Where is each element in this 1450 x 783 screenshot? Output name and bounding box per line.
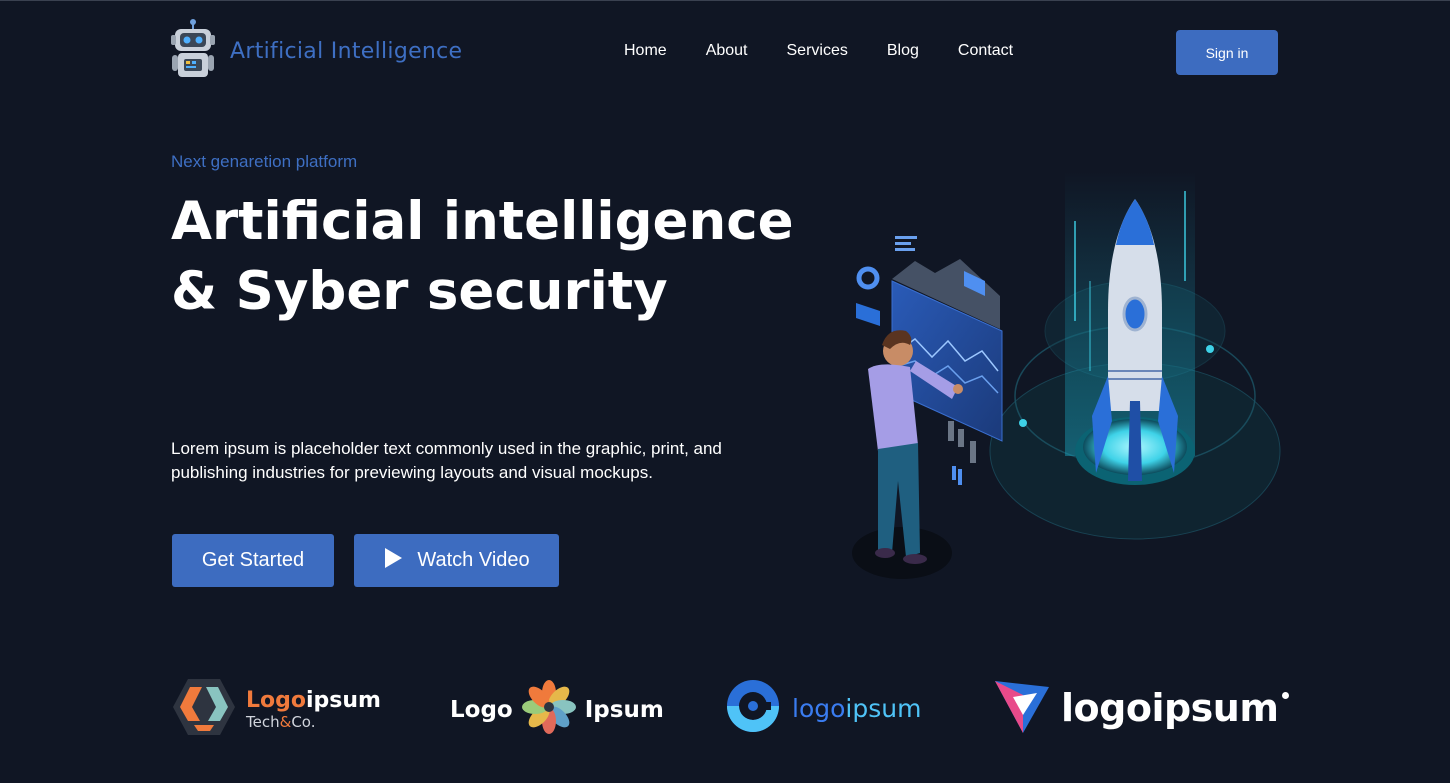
logo3-word-b: ipsum: [845, 694, 922, 723]
partner-logo-ring[interactable]: logoipsum: [724, 677, 921, 740]
nav-blog[interactable]: Blog: [887, 42, 919, 60]
dot-icon: [1282, 692, 1290, 699]
hero-illustration: [840, 161, 1290, 591]
brand-name: Artificial Intelligence: [230, 38, 463, 64]
brand[interactable]: Artificial Intelligence: [170, 18, 463, 84]
nav-home[interactable]: Home: [624, 42, 667, 60]
logo2-left-word: Logo: [450, 696, 513, 723]
watch-video-button[interactable]: Watch Video: [354, 534, 559, 587]
nav-about[interactable]: About: [706, 42, 748, 60]
partner-logo-flower[interactable]: Logo Ipsum: [450, 677, 664, 742]
hero-description: Lorem ipsum is placeholder text commonly…: [171, 439, 722, 482]
nav-services[interactable]: Services: [787, 42, 848, 60]
play-icon: [383, 547, 403, 575]
main-nav: Home About Services Blog Contact: [624, 42, 1052, 60]
robot-icon: [170, 18, 216, 84]
partner-logo-tech-co[interactable]: Logoipsum Tech&Co.: [172, 677, 381, 742]
logo2-right-word: Ipsum: [584, 696, 664, 723]
nav-contact[interactable]: Contact: [958, 42, 1013, 60]
logo1-sub-amp: &: [279, 712, 292, 731]
triangle-logo-icon: [993, 675, 1051, 740]
hero-kicker: Next genaretion platform: [171, 152, 358, 171]
get-started-button[interactable]: Get Started: [172, 534, 334, 587]
logo1-sub-a: Tech: [246, 712, 280, 731]
hexagon-logo-icon: [172, 677, 236, 742]
get-started-label: Get Started: [201, 549, 305, 571]
pinwheel-logo-icon: [519, 677, 579, 742]
logo3-word-a: logo: [792, 694, 846, 723]
logo1-word-a: Logo: [246, 687, 306, 713]
logo4-text: logoipsum: [1061, 685, 1279, 730]
ring-logo-icon: [724, 677, 782, 740]
logo1-sub-b: Co.: [291, 712, 316, 731]
logo1-word-b: ipsum: [306, 687, 381, 713]
sign-in-button[interactable]: Sign in: [1176, 30, 1278, 75]
partner-logo-triangle[interactable]: logoipsum: [993, 675, 1290, 740]
partner-logos: Logoipsum Tech&Co. Logo Ipsum logoipsum …: [0, 671, 1450, 741]
watch-video-label: Watch Video: [417, 549, 530, 571]
hero-title: Artificial intelligence & Syber security: [171, 191, 794, 322]
